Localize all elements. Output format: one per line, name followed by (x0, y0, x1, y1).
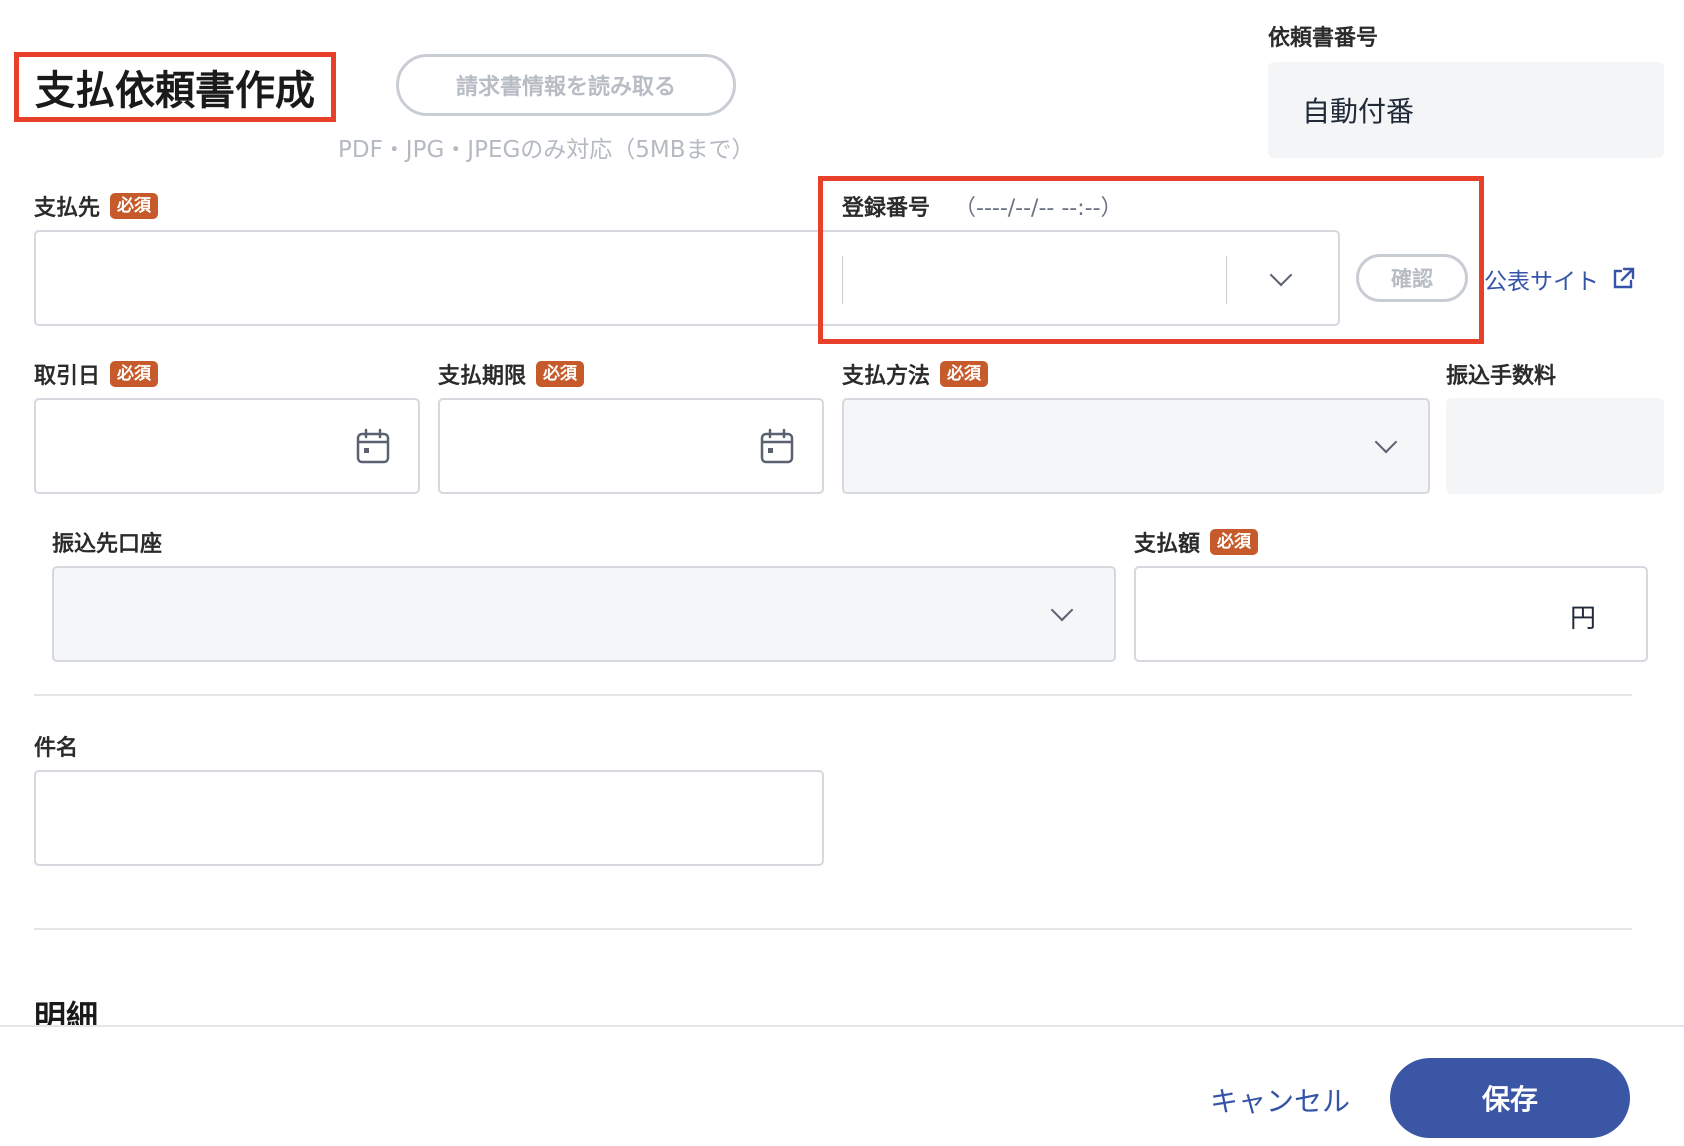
registration-input-caret (842, 256, 843, 304)
section-divider (34, 928, 1632, 930)
payment-amount-label: 支払額 必須 (1134, 526, 1259, 558)
confirm-button[interactable]: 確認 (1356, 254, 1468, 302)
cancel-button[interactable]: キャンセル (1210, 1080, 1350, 1120)
payment-method-label: 支払方法 必須 (842, 358, 989, 390)
section-divider (34, 694, 1632, 696)
transfer-account-select[interactable] (52, 566, 1116, 662)
calendar-icon[interactable] (760, 428, 794, 464)
payment-amount-label-text: 支払額 (1134, 532, 1201, 557)
transfer-account-label-text: 振込先口座 (52, 532, 163, 557)
subject-label: 件名 (34, 730, 78, 762)
required-badge: 必須 (110, 360, 159, 388)
public-site-link-text: 公表サイト (1484, 269, 1599, 295)
payment-deadline-label: 支払期限 必須 (438, 358, 585, 390)
payment-deadline-input[interactable] (438, 398, 824, 494)
payment-method-label-text: 支払方法 (842, 364, 931, 389)
currency-unit: 円 (1570, 604, 1597, 634)
calendar-icon[interactable] (356, 428, 390, 464)
public-site-link[interactable]: 公表サイト (1484, 262, 1637, 296)
request-number-label: 依頼書番号 (1268, 20, 1378, 52)
chevron-down-icon (1374, 430, 1398, 454)
transfer-account-label: 振込先口座 (52, 526, 162, 558)
transaction-date-label-text: 取引日 (34, 364, 101, 389)
external-link-icon (1613, 267, 1635, 289)
page-title: 支払依頼書作成 (14, 52, 336, 122)
chevron-down-icon (1269, 263, 1293, 287)
payment-method-select[interactable] (842, 398, 1430, 494)
request-number-value: 自動付番 (1268, 62, 1664, 158)
registration-number-input[interactable] (852, 248, 1222, 310)
registration-select-divider (1226, 256, 1227, 304)
chevron-down-icon (1050, 598, 1074, 622)
subject-label-text: 件名 (34, 736, 79, 761)
transfer-fee-label: 振込手数料 (1446, 358, 1556, 390)
required-badge: 必須 (1210, 528, 1259, 556)
transfer-fee-label-text: 振込手数料 (1446, 364, 1557, 389)
payment-amount-input[interactable]: 円 (1134, 566, 1648, 662)
registration-dropdown-toggle[interactable] (1238, 248, 1324, 310)
upload-note: PDF・JPG・JPEGのみ対応（5MBまで） (338, 137, 755, 163)
required-badge: 必須 (110, 192, 159, 220)
transfer-fee-value (1446, 398, 1664, 494)
required-badge: 必須 (940, 360, 989, 388)
required-badge: 必須 (536, 360, 585, 388)
payment-deadline-label-text: 支払期限 (438, 364, 527, 389)
payee-label-text: 支払先 (34, 196, 101, 221)
subject-input[interactable] (34, 770, 824, 866)
save-button[interactable]: 保存 (1390, 1058, 1630, 1138)
payee-label: 支払先 必須 (34, 190, 159, 222)
registration-label: 登録番号 （----/--/-- --:--） (842, 190, 1123, 222)
request-number-label-text: 依頼書番号 (1268, 26, 1379, 51)
registration-hint: （----/--/-- --:--） (954, 196, 1123, 221)
transaction-date-input[interactable] (34, 398, 420, 494)
read-invoice-button[interactable]: 請求書情報を読み取る (396, 54, 736, 116)
transaction-date-label: 取引日 必須 (34, 358, 159, 390)
registration-label-text: 登録番号 (842, 196, 931, 221)
